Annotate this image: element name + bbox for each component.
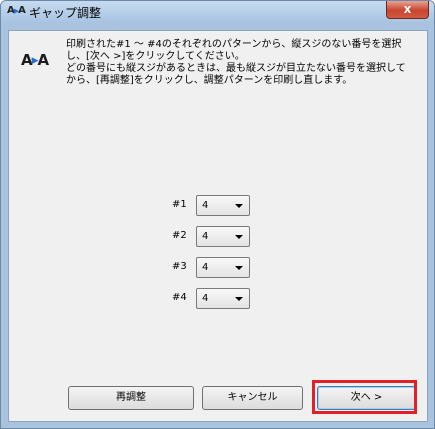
pattern-1-dropdown[interactable]: 4 bbox=[196, 195, 250, 216]
dropdown-value: 4 bbox=[202, 262, 209, 273]
pattern-3-dropdown[interactable]: 4 bbox=[196, 257, 250, 278]
pattern-label: #3 bbox=[172, 261, 187, 272]
dialog-content: A▶A 印刷された#1 ～ #4のそれぞれのパターンから、縦スジのない番号を選択… bbox=[8, 30, 428, 422]
window-title: ギャップ調整 bbox=[29, 6, 102, 20]
pattern-4-dropdown[interactable]: 4 bbox=[196, 288, 250, 309]
pattern-label: #1 bbox=[172, 199, 187, 210]
chevron-down-icon bbox=[235, 266, 243, 270]
instruction-line-3: どの番号にも縦スジがあるときは、最も縦スジが目立たない番号を選択して bbox=[66, 63, 406, 74]
instruction-line-1: 印刷された#1 ～ #4のそれぞれのパターンから、縦スジのない番号を選択 bbox=[66, 39, 402, 50]
dropdown-value: 4 bbox=[202, 200, 209, 211]
instruction-text: 印刷された#1 ～ #4のそれぞれのパターンから、縦スジのない番号を選択 し、[… bbox=[66, 39, 422, 87]
next-button[interactable]: 次へ > bbox=[317, 386, 416, 410]
chevron-down-icon bbox=[235, 204, 243, 208]
instruction-line-4: から、[再調整]をクリックし、調整パターンを印刷し直します。 bbox=[66, 75, 353, 86]
chevron-down-icon bbox=[235, 235, 243, 239]
chevron-down-icon bbox=[235, 297, 243, 301]
pattern-2-dropdown[interactable]: 4 bbox=[196, 226, 250, 247]
gap-adjust-large-icon: A▶A bbox=[21, 51, 49, 69]
dropdown-value: 4 bbox=[202, 231, 209, 242]
pattern-label: #4 bbox=[172, 292, 187, 303]
instruction-line-2: し、[次へ >]をクリックしてください。 bbox=[66, 51, 245, 62]
dropdown-value: 4 bbox=[202, 293, 209, 304]
close-button[interactable]: x bbox=[386, 1, 429, 19]
title-bar[interactable]: A▶A ギャップ調整 x bbox=[1, 1, 434, 23]
dialog-window: A▶A ギャップ調整 x A▶A 印刷された#1 ～ #4のそれぞれのパターンか… bbox=[0, 0, 435, 429]
pattern-label: #2 bbox=[172, 230, 187, 241]
cancel-button[interactable]: キャンセル bbox=[202, 386, 303, 410]
readjust-button[interactable]: 再調整 bbox=[68, 386, 194, 410]
gap-adjust-icon: A▶A bbox=[7, 5, 26, 16]
